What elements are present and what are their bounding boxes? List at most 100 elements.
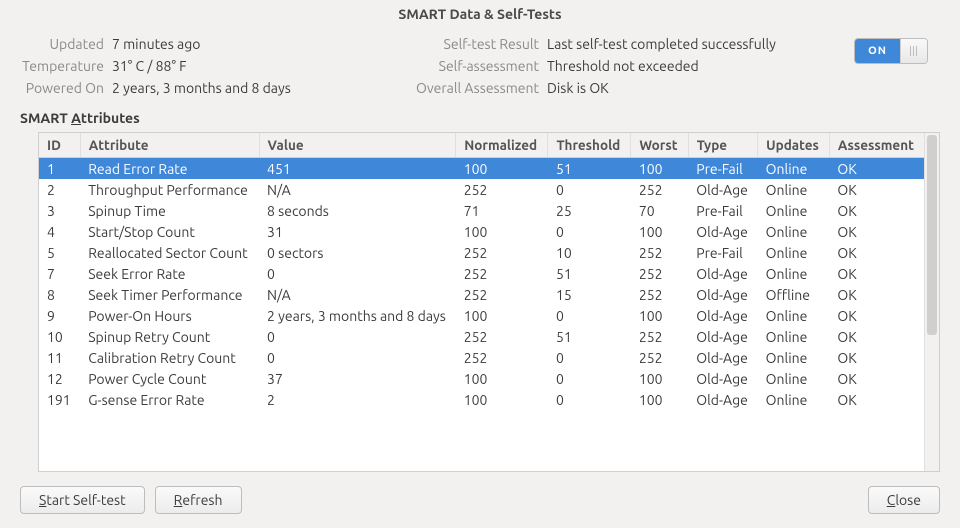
vertical-scrollbar[interactable]	[924, 133, 939, 471]
table-row[interactable]: 4Start/Stop Count311000100Old-AgeOnlineO…	[39, 221, 924, 242]
cell-updates: Online	[758, 347, 830, 368]
cell-normalized: 252	[456, 179, 548, 200]
table-row[interactable]: 1Read Error Rate45110051100Pre-FailOnlin…	[39, 158, 924, 180]
cell-attribute: Spinup Retry Count	[80, 326, 259, 347]
cell-worst: 252	[631, 263, 688, 284]
cell-assessment: OK	[829, 368, 924, 389]
table-row[interactable]: 12Power Cycle Count371000100Old-AgeOnlin…	[39, 368, 924, 389]
refresh-button[interactable]: Refresh	[155, 486, 242, 514]
cell-id: 10	[39, 326, 80, 347]
cell-assessment: OK	[829, 221, 924, 242]
cell-normalized: 100	[456, 158, 548, 180]
cell-normalized: 100	[456, 389, 548, 410]
smart-dialog: SMART Data & Self-Tests Updated 7 minute…	[0, 0, 960, 528]
cell-worst: 70	[631, 200, 688, 221]
attributes-heading-suffix: ttributes	[81, 110, 140, 126]
cell-assessment: OK	[829, 347, 924, 368]
overall-label: Overall Assessment	[392, 80, 547, 96]
button-spacer	[252, 486, 858, 514]
updated-label: Updated	[20, 36, 112, 52]
attributes-table-scroll[interactable]: ID Attribute Value Normalized Threshold …	[39, 133, 924, 471]
cell-type: Old-Age	[688, 263, 757, 284]
cell-value: 0 sectors	[259, 242, 456, 263]
cell-worst: 100	[631, 158, 688, 180]
cell-threshold: 15	[548, 284, 631, 305]
cell-updates: Online	[758, 200, 830, 221]
cell-assessment: OK	[829, 179, 924, 200]
table-row[interactable]: 8Seek Timer PerformanceN/A25215252Old-Ag…	[39, 284, 924, 305]
cell-worst: 100	[631, 389, 688, 410]
selftest-result-label: Self-test Result	[392, 36, 547, 52]
cell-attribute: Spinup Time	[80, 200, 259, 221]
cell-updates: Online	[758, 305, 830, 326]
cell-updates: Online	[758, 179, 830, 200]
table-row[interactable]: 7Seek Error Rate025251252Old-AgeOnlineOK	[39, 263, 924, 284]
table-row[interactable]: 9Power-On Hours2 years, 3 months and 8 d…	[39, 305, 924, 326]
cell-worst: 252	[631, 242, 688, 263]
cell-id: 2	[39, 179, 80, 200]
cell-threshold: 0	[548, 305, 631, 326]
cell-attribute: Reallocated Sector Count	[80, 242, 259, 263]
start-self-test-button[interactable]: Start Self-test	[20, 486, 145, 514]
cell-assessment: OK	[829, 200, 924, 221]
col-value[interactable]: Value	[259, 133, 456, 158]
cell-type: Pre-Fail	[688, 158, 757, 180]
cell-threshold: 25	[548, 200, 631, 221]
cell-threshold: 0	[548, 179, 631, 200]
cell-attribute: Calibration Retry Count	[80, 347, 259, 368]
col-id[interactable]: ID	[39, 133, 80, 158]
updated-value: 7 minutes ago	[112, 36, 392, 52]
col-attribute[interactable]: Attribute	[80, 133, 259, 158]
table-header-row: ID Attribute Value Normalized Threshold …	[39, 133, 924, 158]
cell-worst: 100	[631, 305, 688, 326]
cell-type: Old-Age	[688, 326, 757, 347]
col-type[interactable]: Type	[688, 133, 757, 158]
summary-row: Updated 7 minutes ago Self-test Result L…	[20, 36, 940, 96]
cell-id: 4	[39, 221, 80, 242]
table-row[interactable]: 2Throughput PerformanceN/A2520252Old-Age…	[39, 179, 924, 200]
col-worst[interactable]: Worst	[631, 133, 688, 158]
cell-value: 37	[259, 368, 456, 389]
summary-grid: Updated 7 minutes ago Self-test Result L…	[20, 36, 854, 96]
cell-type: Pre-Fail	[688, 200, 757, 221]
cell-id: 7	[39, 263, 80, 284]
powered-on-value: 2 years, 3 months and 8 days	[112, 80, 392, 96]
overall-value: Disk is OK	[547, 80, 854, 96]
cell-value: 2	[259, 389, 456, 410]
cell-value: 31	[259, 221, 456, 242]
table-row[interactable]: 191G-sense Error Rate21000100Old-AgeOnli…	[39, 389, 924, 410]
cell-attribute: Read Error Rate	[80, 158, 259, 180]
selftest-result-value: Last self-test completed successfully	[547, 36, 854, 52]
cell-normalized: 71	[456, 200, 548, 221]
close-button[interactable]: Close	[868, 486, 940, 514]
cell-normalized: 252	[456, 263, 548, 284]
cell-assessment: OK	[829, 158, 924, 180]
cell-assessment: OK	[829, 389, 924, 410]
table-row[interactable]: 11Calibration Retry Count02520252Old-Age…	[39, 347, 924, 368]
scrollbar-thumb[interactable]	[927, 135, 937, 335]
cell-assessment: OK	[829, 326, 924, 347]
cell-threshold: 0	[548, 368, 631, 389]
cell-updates: Online	[758, 326, 830, 347]
cell-updates: Online	[758, 263, 830, 284]
col-assessment[interactable]: Assessment	[829, 133, 924, 158]
attributes-table: ID Attribute Value Normalized Threshold …	[39, 133, 924, 410]
col-updates[interactable]: Updates	[758, 133, 830, 158]
table-row[interactable]: 3Spinup Time8 seconds712570Pre-FailOnlin…	[39, 200, 924, 221]
table-row[interactable]: 10Spinup Retry Count025251252Old-AgeOnli…	[39, 326, 924, 347]
cell-updates: Online	[758, 221, 830, 242]
table-row[interactable]: 5Reallocated Sector Count0 sectors252102…	[39, 242, 924, 263]
self-assessment-value: Threshold not exceeded	[547, 58, 854, 74]
cell-assessment: OK	[829, 242, 924, 263]
col-normalized[interactable]: Normalized	[456, 133, 548, 158]
cell-id: 5	[39, 242, 80, 263]
col-threshold[interactable]: Threshold	[548, 133, 631, 158]
cell-attribute: Start/Stop Count	[80, 221, 259, 242]
cell-updates: Online	[758, 242, 830, 263]
smart-toggle[interactable]: ON	[854, 38, 928, 64]
cell-id: 11	[39, 347, 80, 368]
cell-threshold: 0	[548, 221, 631, 242]
attributes-table-frame: ID Attribute Value Normalized Threshold …	[38, 132, 940, 472]
cell-normalized: 100	[456, 221, 548, 242]
temperature-value: 31° C / 88° F	[112, 58, 392, 74]
